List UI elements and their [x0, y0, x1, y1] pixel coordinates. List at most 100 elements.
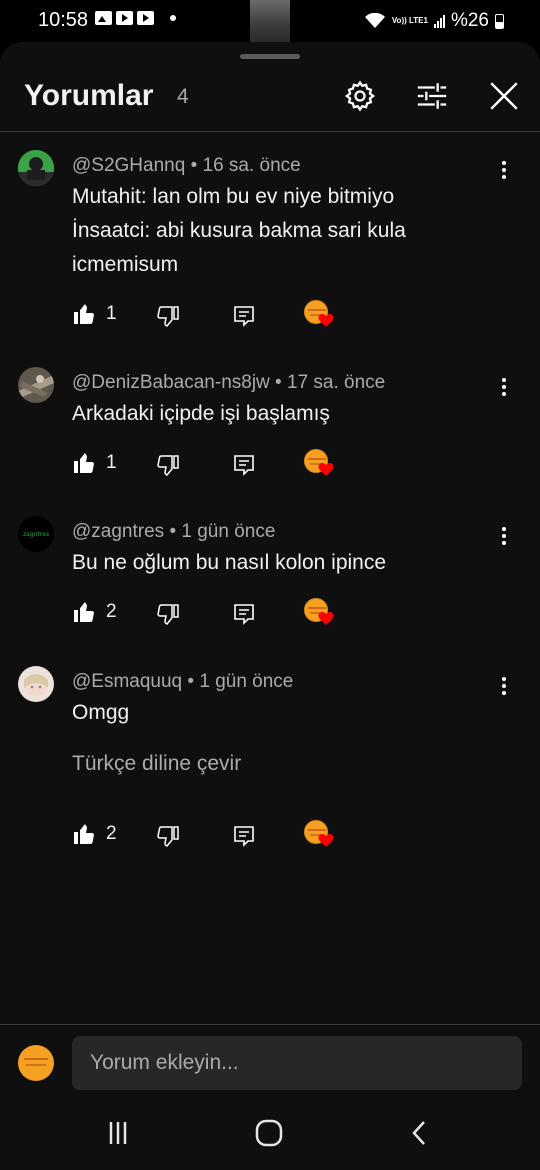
thumbs-down-icon — [157, 826, 179, 847]
home-icon — [255, 1119, 283, 1147]
like-button[interactable]: 1 — [72, 451, 117, 475]
comment-meta: @S2GHannq • 16 sa. önce — [72, 155, 301, 176]
comment-time: 1 gün önce — [181, 521, 276, 542]
reply-button[interactable] — [232, 602, 256, 631]
comment-meta: @zagntres • 1 gün önce — [72, 521, 276, 542]
reply-icon — [234, 826, 254, 847]
video-thumbnail — [250, 0, 290, 42]
notification-icons — [95, 11, 176, 25]
gear-icon — [344, 80, 376, 112]
comment-actions: 2 — [72, 598, 372, 631]
comment-time: 16 sa. önce — [202, 155, 301, 176]
more-options-button[interactable] — [494, 674, 514, 698]
avatar[interactable]: zagntres — [18, 516, 54, 552]
thumbs-down-icon — [157, 455, 179, 476]
page-title: Yorumlar — [24, 79, 154, 112]
thumbs-down-icon — [157, 604, 179, 625]
comment-text: Omgg — [72, 701, 130, 724]
more-options-button[interactable] — [494, 158, 514, 182]
heart-icon — [318, 612, 334, 625]
reply-button[interactable] — [232, 453, 256, 482]
comment-time: 1 gün önce — [199, 671, 294, 692]
like-count: 1 — [106, 303, 117, 324]
more-options-button[interactable] — [494, 524, 514, 548]
like-button[interactable]: 2 — [72, 822, 117, 846]
avatar[interactable] — [18, 150, 54, 186]
close-button[interactable] — [484, 76, 524, 116]
comment-text: Mutahit: lan olm bu ev niye bitmiyo İnsa… — [72, 185, 406, 276]
recent-apps-button[interactable] — [98, 1118, 138, 1148]
avatar-image — [18, 367, 54, 403]
reply-icon — [234, 306, 254, 327]
avatar[interactable] — [18, 367, 54, 403]
creator-heart-badge — [304, 449, 334, 479]
comment-author[interactable]: @Esmaquuq — [72, 671, 182, 692]
gallery-notification-icon — [95, 11, 112, 25]
more-options-button[interactable] — [494, 375, 514, 399]
avatar[interactable] — [18, 666, 54, 702]
creator-heart-badge — [304, 598, 334, 628]
sliders-icon — [417, 83, 447, 109]
settings-button[interactable] — [340, 76, 380, 116]
comment-meta: @Esmaquuq • 1 gün önce — [72, 671, 294, 692]
reply-button[interactable] — [232, 824, 256, 853]
like-button[interactable]: 2 — [72, 600, 117, 624]
heart-icon — [318, 834, 334, 847]
dislike-button[interactable] — [156, 602, 180, 631]
signal-icon — [433, 14, 445, 28]
comment-author[interactable]: @S2GHannq — [72, 155, 185, 176]
status-bar: 10:58 Vo)) LTE1 %26 — [0, 0, 540, 42]
comment-text: Arkadaki içipde işi başlamış — [72, 402, 330, 425]
status-right: Vo)) LTE1 %26 — [364, 10, 504, 32]
back-icon — [412, 1121, 425, 1145]
status-time: 10:58 — [38, 9, 89, 31]
volte-icon: Vo)) LTE1 — [391, 16, 428, 25]
recent-apps-icon — [109, 1122, 127, 1144]
drag-handle[interactable] — [240, 54, 300, 59]
thumbs-up-icon — [74, 602, 94, 622]
system-nav-bar — [0, 1100, 540, 1170]
thumbs-up-icon — [74, 824, 94, 844]
comments-header: Yorumlar 4 — [0, 62, 540, 132]
youtube-notification-icon-2 — [137, 11, 154, 25]
like-button[interactable]: 1 — [72, 302, 117, 326]
thumbs-up-icon — [74, 304, 94, 324]
avatar-image — [18, 150, 54, 186]
thumbs-up-icon — [74, 453, 94, 473]
heart-icon — [318, 463, 334, 476]
youtube-notification-icon — [116, 11, 133, 25]
comment-author[interactable]: @DenizBabacan-ns8jw — [72, 372, 270, 393]
more-notifications-dot-icon — [170, 15, 176, 21]
comment-actions: 2 — [72, 820, 372, 853]
comment-count: 4 — [177, 85, 189, 108]
dislike-button[interactable] — [156, 824, 180, 853]
close-icon — [490, 82, 518, 110]
sort-filter-button[interactable] — [412, 76, 452, 116]
like-count: 2 — [106, 601, 117, 622]
reply-icon — [234, 604, 254, 625]
back-button[interactable] — [400, 1118, 440, 1148]
battery-percent: %26 — [450, 10, 489, 31]
translate-link[interactable]: Türkçe diline çevir — [72, 752, 241, 776]
creator-heart-badge — [304, 820, 334, 850]
creator-heart-badge — [304, 300, 334, 330]
like-count: 1 — [106, 452, 117, 473]
home-button[interactable] — [249, 1118, 289, 1148]
comment-text: Bu ne oğlum bu nasıl kolon ipince — [72, 551, 387, 574]
my-avatar — [18, 1045, 54, 1081]
reply-button[interactable] — [232, 304, 256, 333]
comment-time: 17 sa. önce — [287, 372, 386, 393]
avatar-image — [18, 666, 54, 702]
comment-actions: 1 — [72, 300, 372, 333]
dislike-button[interactable] — [156, 304, 180, 333]
battery-icon — [495, 13, 504, 29]
reply-icon — [234, 455, 254, 476]
dislike-button[interactable] — [156, 453, 180, 482]
like-count: 2 — [106, 823, 117, 844]
comment-meta: @DenizBabacan-ns8jw • 17 sa. önce — [72, 372, 386, 393]
add-comment-input[interactable] — [72, 1036, 522, 1090]
comment-author[interactable]: @zagntres — [72, 521, 164, 542]
heart-icon — [318, 314, 334, 327]
comment-composer — [0, 1024, 540, 1100]
avatar-text: zagntres — [23, 530, 49, 538]
